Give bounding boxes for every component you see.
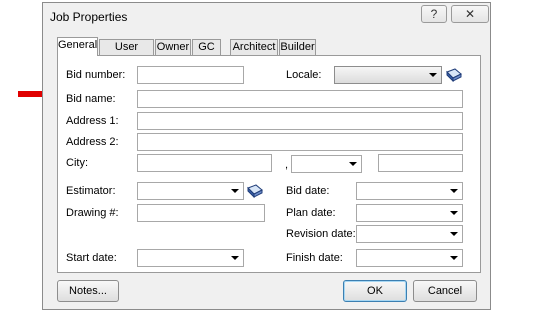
tab-general[interactable]: General <box>57 37 98 56</box>
chevron-down-icon <box>450 189 458 193</box>
address-book-icon[interactable] <box>247 184 263 198</box>
tab-gc[interactable]: GC <box>192 39 221 55</box>
bid-date-select[interactable] <box>356 182 463 200</box>
job-properties-dialog: Job Properties ? ✕ General User Fields O… <box>42 2 491 310</box>
estimator-select[interactable] <box>137 182 244 200</box>
general-panel: Bid number: Locale: Bid name: Address 1:… <box>57 55 481 273</box>
plan-date-select[interactable] <box>356 204 463 222</box>
chevron-down-icon <box>450 256 458 260</box>
help-button[interactable]: ? <box>421 5 447 23</box>
chevron-down-icon <box>429 73 437 77</box>
chevron-down-icon <box>231 256 239 260</box>
estimator-label: Estimator: <box>66 185 116 197</box>
tab-builder[interactable]: Builder <box>279 39 316 55</box>
address2-input[interactable] <box>137 133 463 151</box>
cancel-button[interactable]: Cancel <box>413 280 477 302</box>
bid-date-label: Bid date: <box>286 185 330 197</box>
window-title: Job Properties <box>50 10 128 24</box>
plan-date-label: Plan date: <box>286 207 336 219</box>
locale-select[interactable] <box>334 66 442 84</box>
drawing-label: Drawing #: <box>66 207 119 219</box>
bid-name-input[interactable] <box>137 90 463 108</box>
finish-date-label: Finish date: <box>286 252 343 264</box>
chevron-down-icon <box>450 232 458 236</box>
revision-date-label: Revision date: <box>286 228 356 240</box>
city-label: City: <box>66 157 88 169</box>
tab-owner[interactable]: Owner <box>155 39 191 55</box>
chevron-down-icon <box>450 211 458 215</box>
state-select[interactable] <box>291 155 362 173</box>
chevron-down-icon <box>349 162 357 166</box>
tab-user-fields[interactable]: User Fields <box>99 39 154 67</box>
drawing-input[interactable] <box>137 204 265 222</box>
revision-date-select[interactable] <box>356 225 463 243</box>
notes-button[interactable]: Notes... <box>57 280 119 302</box>
zip-input[interactable] <box>378 154 463 172</box>
bid-number-input[interactable] <box>137 66 244 84</box>
chevron-down-icon <box>231 189 239 193</box>
address1-input[interactable] <box>137 112 463 130</box>
close-button[interactable]: ✕ <box>451 5 489 23</box>
ok-button[interactable]: OK <box>343 280 407 302</box>
bid-name-label: Bid name: <box>66 93 116 105</box>
tab-architect[interactable]: Architect <box>230 39 278 55</box>
city-separator: , <box>285 159 289 171</box>
city-input[interactable] <box>137 154 272 172</box>
start-date-select[interactable] <box>137 249 244 267</box>
bid-number-label: Bid number: <box>66 69 126 81</box>
locale-label: Locale: <box>286 69 322 81</box>
start-date-label: Start date: <box>66 252 117 264</box>
address1-label: Address 1: <box>66 115 119 127</box>
title-bar: Job Properties ? ✕ <box>43 3 490 29</box>
finish-date-select[interactable] <box>356 249 463 267</box>
address2-label: Address 2: <box>66 136 119 148</box>
address-book-icon[interactable] <box>446 68 462 82</box>
